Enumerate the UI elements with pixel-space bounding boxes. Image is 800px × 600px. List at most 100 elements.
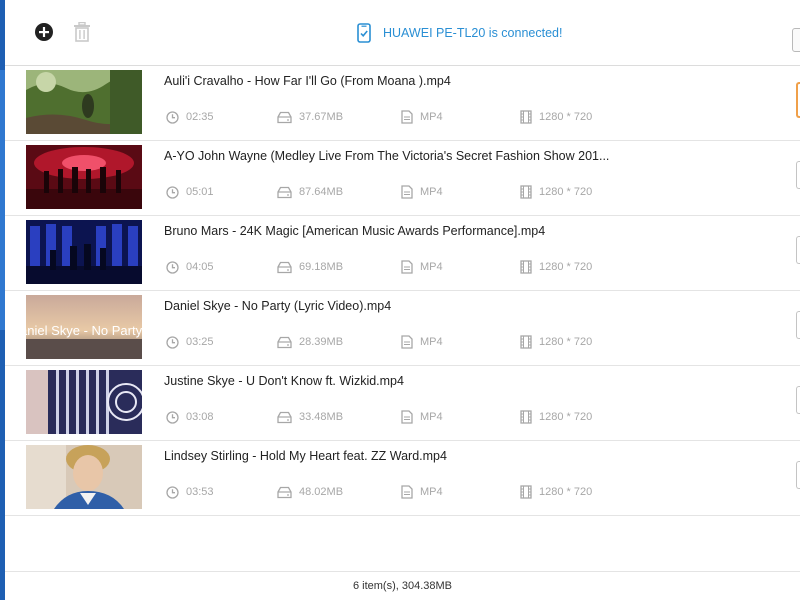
video-resolution: 1280 * 720 — [520, 109, 592, 125]
video-thumbnail — [26, 145, 142, 209]
film-icon — [520, 110, 532, 124]
video-thumbnail — [26, 445, 142, 509]
video-size: 48.02MB — [277, 484, 343, 500]
video-list: Auli'i Cravalho - How Far I'll Go (From … — [5, 66, 800, 516]
clock-icon — [166, 110, 179, 124]
video-row[interactable]: Lindsey Stirling - Hold My Heart feat. Z… — [5, 441, 800, 516]
video-title: Auli'i Cravalho - How Far I'll Go (From … — [164, 74, 451, 88]
video-duration: 05:01 — [166, 184, 214, 200]
video-duration: 03:53 — [166, 484, 214, 500]
format-value: MP4 — [420, 486, 443, 498]
row-action-button[interactable] — [796, 386, 800, 414]
video-resolution: 1280 * 720 — [520, 259, 592, 275]
video-thumbnail — [26, 370, 142, 434]
resolution-value: 1280 * 720 — [539, 336, 593, 348]
row-action-button[interactable] — [796, 461, 800, 489]
clock-icon — [166, 485, 179, 499]
hard-drive-icon — [277, 111, 292, 123]
video-size: 37.67MB — [277, 109, 343, 125]
video-title: A-YO John Wayne (Medley Live From The Vi… — [164, 149, 610, 163]
row-action-button[interactable] — [796, 161, 800, 189]
video-resolution: 1280 * 720 — [520, 484, 592, 500]
film-icon — [520, 410, 532, 424]
film-icon — [520, 185, 532, 199]
size-value: 37.67MB — [299, 111, 344, 123]
resolution-value: 1280 * 720 — [539, 111, 593, 123]
duration-value: 03:08 — [186, 411, 214, 423]
video-duration: 02:35 — [166, 109, 214, 125]
duration-value: 03:53 — [186, 486, 214, 498]
video-format: MP4 — [401, 484, 443, 500]
file-icon — [401, 110, 413, 124]
film-icon — [520, 335, 532, 349]
video-size: 87.64MB — [277, 184, 343, 200]
file-icon — [401, 485, 413, 499]
size-value: 28.39MB — [299, 336, 344, 348]
resolution-value: 1280 * 720 — [539, 411, 593, 423]
status-summary: 6 item(s), 304.38MB — [352, 580, 453, 592]
plus-circle-icon — [35, 23, 53, 41]
row-action-button[interactable] — [796, 311, 800, 339]
video-duration: 03:08 — [166, 409, 214, 425]
delete-button[interactable] — [71, 21, 93, 43]
trash-icon — [74, 22, 90, 42]
film-icon — [520, 485, 532, 499]
resolution-value: 1280 * 720 — [539, 486, 593, 498]
hard-drive-icon — [277, 261, 292, 273]
size-value: 69.18MB — [299, 261, 344, 273]
add-button[interactable] — [33, 21, 55, 43]
duration-value: 03:25 — [186, 336, 214, 348]
video-thumbnail — [26, 220, 142, 284]
file-icon — [401, 185, 413, 199]
toolbar: HUAWEI PE-TL20 is connected! — [5, 0, 800, 66]
video-row[interactable]: Auli'i Cravalho - How Far I'll Go (From … — [5, 66, 800, 141]
video-row[interactable]: Bruno Mars - 24K Magic [American Music A… — [5, 216, 800, 291]
video-resolution: 1280 * 720 — [520, 409, 592, 425]
duration-value: 04:05 — [186, 261, 214, 273]
format-value: MP4 — [420, 411, 443, 423]
video-format: MP4 — [401, 334, 443, 350]
clock-icon — [166, 335, 179, 349]
format-value: MP4 — [420, 261, 443, 273]
video-row[interactable]: aniel Skye - No Party Daniel Skye - No P… — [5, 291, 800, 366]
size-value: 87.64MB — [299, 186, 344, 198]
thumbnail-caption: aniel Skye - No Party — [26, 323, 142, 338]
duration-value: 02:35 — [186, 111, 214, 123]
clock-icon — [166, 185, 179, 199]
row-action-button[interactable] — [796, 82, 800, 118]
video-format: MP4 — [401, 259, 443, 275]
video-size: 69.18MB — [277, 259, 343, 275]
video-resolution: 1280 * 720 — [520, 184, 592, 200]
format-value: MP4 — [420, 336, 443, 348]
hard-drive-icon — [277, 186, 292, 198]
hard-drive-icon — [277, 411, 292, 423]
size-value: 33.48MB — [299, 411, 344, 423]
toolbar-side-button[interactable] — [792, 28, 800, 52]
device-connection-status: HUAWEI PE-TL20 is connected! — [357, 22, 562, 44]
video-duration: 03:25 — [166, 334, 214, 350]
video-format: MP4 — [401, 109, 443, 125]
video-row[interactable]: Justine Skye - U Don't Know ft. Wizkid.m… — [5, 366, 800, 441]
video-title: Justine Skye - U Don't Know ft. Wizkid.m… — [164, 374, 404, 388]
resolution-value: 1280 * 720 — [539, 186, 593, 198]
video-thumbnail — [26, 70, 142, 134]
hard-drive-icon — [277, 336, 292, 348]
file-icon — [401, 335, 413, 349]
phone-check-icon — [357, 23, 371, 43]
video-title: Lindsey Stirling - Hold My Heart feat. Z… — [164, 449, 447, 463]
file-icon — [401, 410, 413, 424]
row-action-button[interactable] — [796, 236, 800, 264]
clock-icon — [166, 260, 179, 274]
status-bar: 6 item(s), 304.38MB — [5, 571, 800, 600]
film-icon — [520, 260, 532, 274]
video-size: 33.48MB — [277, 409, 343, 425]
video-thumbnail: aniel Skye - No Party — [26, 295, 142, 359]
video-duration: 04:05 — [166, 259, 214, 275]
clock-icon — [166, 410, 179, 424]
video-row[interactable]: A-YO John Wayne (Medley Live From The Vi… — [5, 141, 800, 216]
device-status-text: HUAWEI PE-TL20 is connected! — [383, 26, 563, 40]
hard-drive-icon — [277, 486, 292, 498]
file-icon — [401, 260, 413, 274]
size-value: 48.02MB — [299, 486, 344, 498]
video-resolution: 1280 * 720 — [520, 334, 592, 350]
